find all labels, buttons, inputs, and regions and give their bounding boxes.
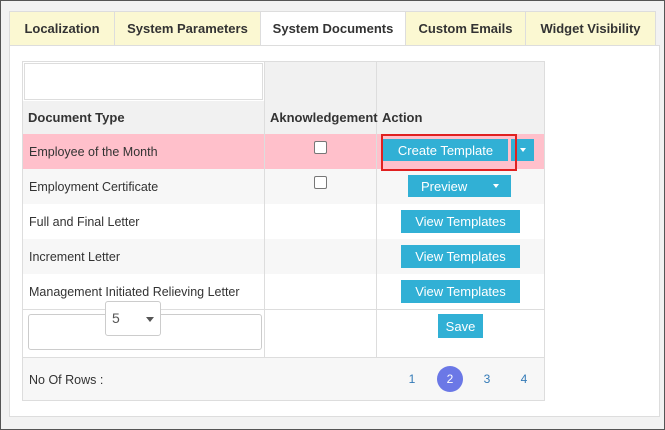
rows-per-page-label: No Of Rows :	[29, 373, 104, 387]
table-footer: No Of Rows :	[23, 357, 544, 400]
filter-row	[23, 62, 544, 101]
rows-per-page-select[interactable]: 5	[105, 301, 161, 336]
tab-localization[interactable]: Localization	[9, 11, 115, 46]
rows-per-page-value: 5	[112, 310, 120, 326]
acknowledgement-checkbox[interactable]	[314, 176, 327, 189]
page-4-link[interactable]: 4	[517, 372, 531, 386]
page-2-link[interactable]: 2	[437, 366, 463, 392]
tab-system-documents[interactable]: System Documents	[260, 11, 406, 46]
view-templates-button[interactable]: View Templates	[401, 280, 520, 303]
document-name: Increment Letter	[29, 249, 121, 264]
table-header: Document Type Aknowledgement Action	[23, 101, 544, 134]
save-row: Save	[23, 309, 544, 357]
document-name: Employee of the Month	[29, 144, 158, 159]
page-3-link[interactable]: 3	[480, 372, 494, 386]
preview-button[interactable]: Preview	[408, 175, 511, 197]
settings-window: Localization System Parameters System Do…	[0, 0, 665, 430]
document-name: Employment Certificate	[29, 179, 159, 194]
save-button[interactable]: Save	[438, 314, 483, 338]
header-acknowledgement[interactable]: Aknowledgement	[265, 101, 378, 134]
page-1-link[interactable]: 1	[405, 372, 419, 386]
tab-system-parameters[interactable]: System Parameters	[114, 11, 261, 46]
view-templates-button[interactable]: View Templates	[401, 210, 520, 233]
chevron-down-icon	[146, 317, 154, 322]
preview-split-button: Preview	[408, 175, 511, 197]
table-row: Employment Certificate Preview	[23, 169, 544, 204]
header-document-type[interactable]: Document Type	[23, 101, 265, 134]
highlight-box	[381, 134, 517, 171]
tab-widget-visibility[interactable]: Widget Visibility	[525, 11, 656, 46]
header-action: Action	[382, 110, 423, 125]
view-templates-button[interactable]: View Templates	[401, 245, 520, 268]
document-name: Full and Final Letter	[29, 214, 140, 229]
table-row: Management Initiated Relieving Letter Vi…	[23, 274, 544, 309]
document-name: Management Initiated Relieving Letter	[29, 284, 240, 299]
caret-down-icon	[519, 148, 526, 152]
caret-down-icon	[493, 184, 500, 188]
acknowledgement-checkbox[interactable]	[314, 141, 327, 154]
documents-table: Document Type Aknowledgement Action Empl…	[22, 61, 545, 401]
filter-input[interactable]	[24, 63, 263, 100]
table-row: Increment Letter View Templates	[23, 239, 544, 274]
tab-custom-emails[interactable]: Custom Emails	[405, 11, 526, 46]
preview-label: Preview	[421, 178, 468, 194]
table-row: Full and Final Letter View Templates	[23, 204, 544, 239]
settings-tabs: Localization System Parameters System Do…	[9, 11, 656, 46]
